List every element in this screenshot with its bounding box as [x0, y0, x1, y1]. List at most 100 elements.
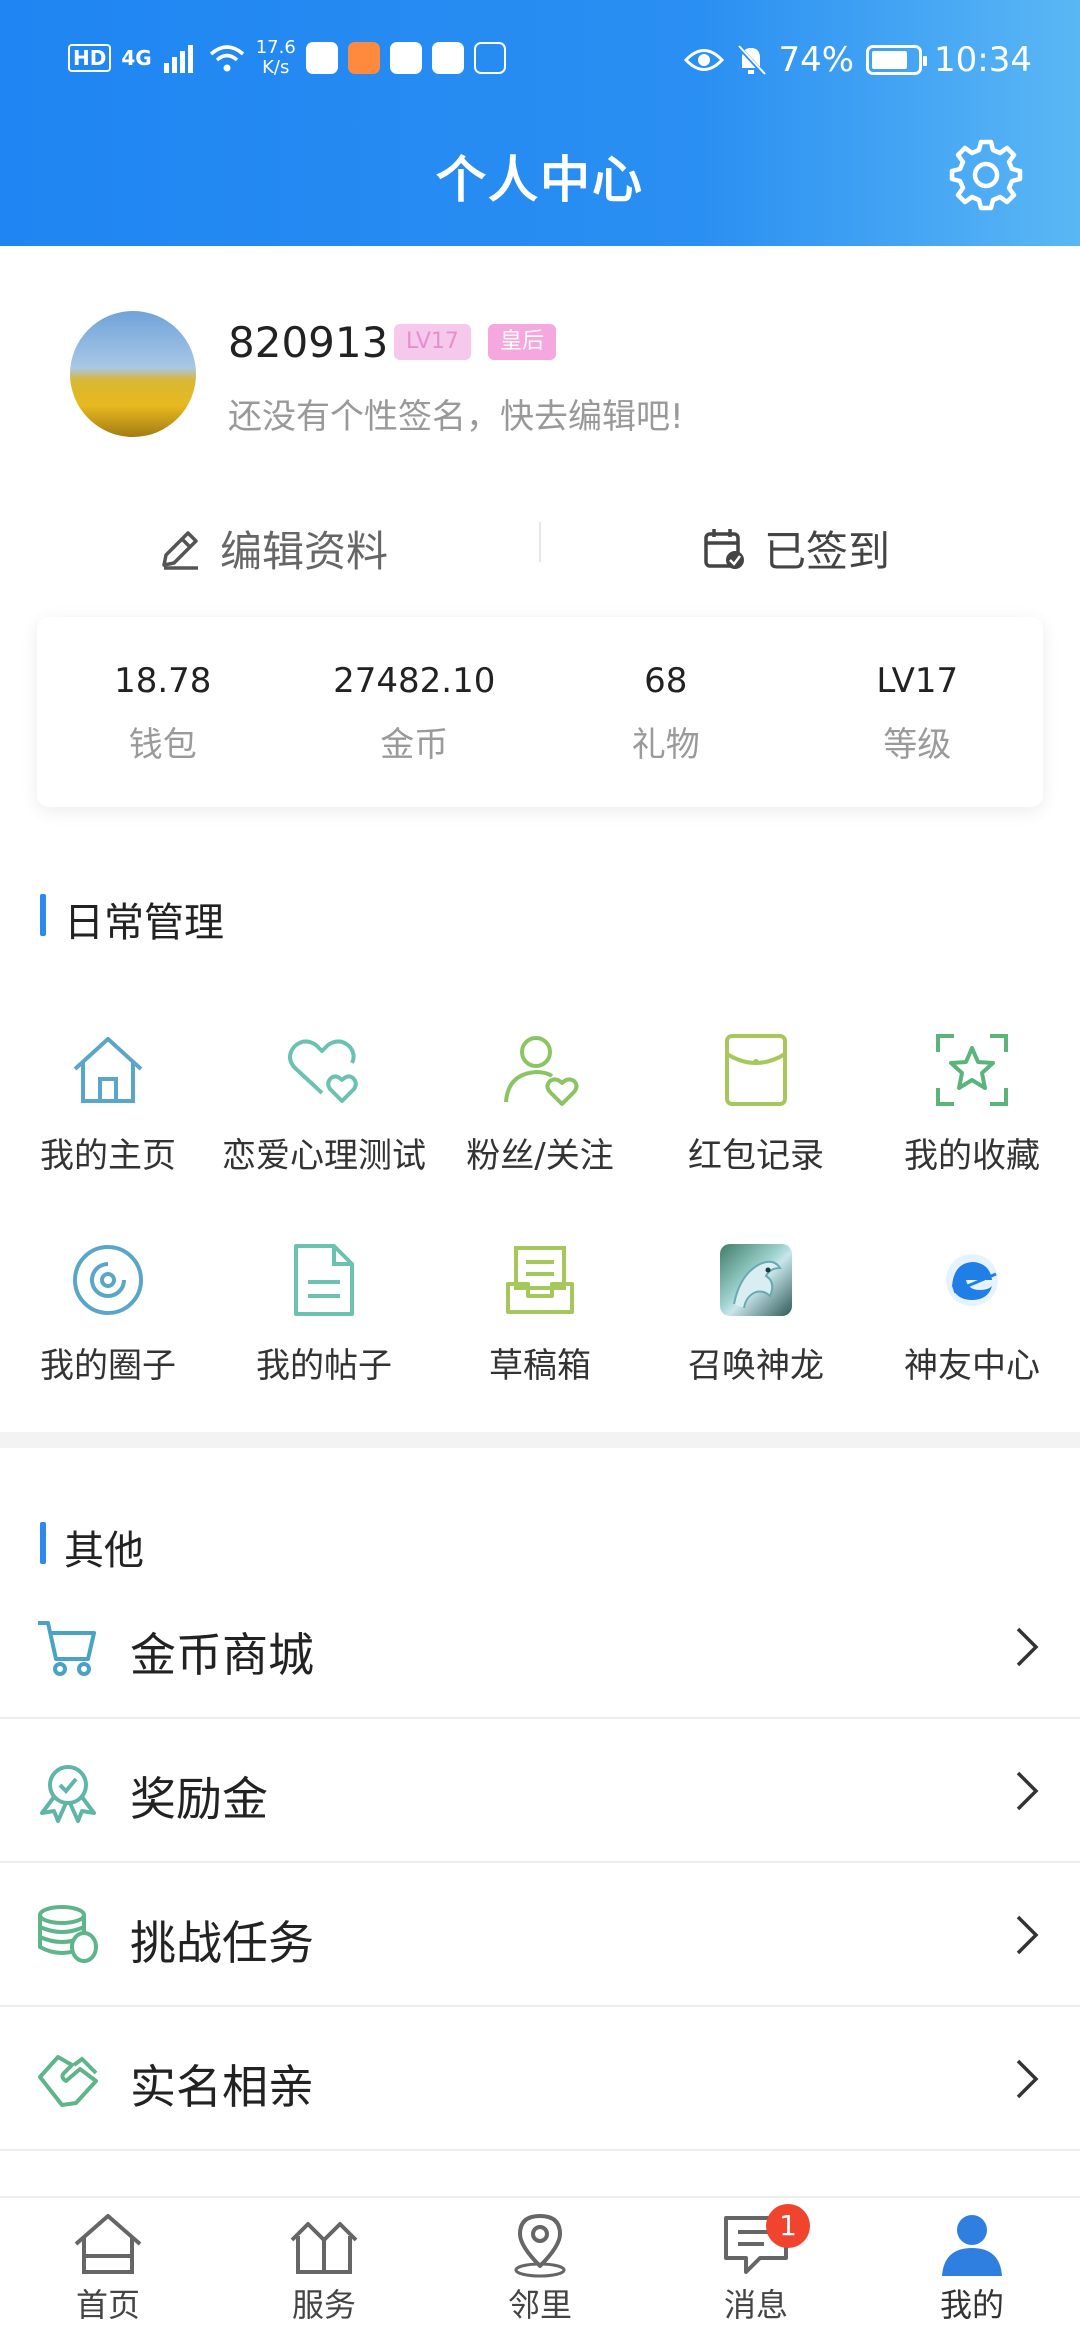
stat-label: 钱包 — [128, 725, 197, 765]
star-icon — [932, 1030, 1012, 1110]
list-item-challenge[interactable]: 挑战任务 — [0, 1863, 1080, 2007]
tab-me[interactable]: 我的 — [864, 2198, 1080, 2340]
chevron-right-icon — [1016, 2059, 1039, 2099]
wifi-icon — [209, 45, 244, 72]
grid-item-summon-dragon[interactable]: 召唤神龙 — [648, 1240, 864, 1387]
grid-item-drafts[interactable]: 草稿箱 — [432, 1240, 648, 1387]
tab-service[interactable]: 服务 — [216, 2198, 432, 2340]
battery-percent: 74% — [778, 40, 855, 80]
profile-icon — [942, 2215, 1002, 2276]
eye-icon — [684, 49, 725, 71]
stat-value: 18.78 — [114, 661, 212, 701]
chevron-right-icon — [1016, 1771, 1039, 1811]
tab-home[interactable]: 首页 — [0, 2198, 216, 2340]
list-label: 实名相亲 — [130, 2060, 314, 2114]
list-label: 金币商城 — [130, 1628, 314, 1682]
cart-icon — [38, 1621, 96, 1676]
grid-label: 召唤神龙 — [688, 1346, 824, 1386]
stat-gifts[interactable]: 68 礼物 — [540, 617, 792, 807]
tab-label: 消息 — [723, 2286, 788, 2324]
action-divider — [539, 522, 541, 562]
home-icon — [74, 2214, 142, 2274]
tab-messages[interactable]: 消息 1 — [648, 2198, 864, 2340]
stat-label: 等级 — [883, 725, 952, 765]
grid-label: 神友中心 — [904, 1346, 1040, 1386]
stat-level[interactable]: LV17 等级 — [792, 617, 1044, 807]
red-envelope-icon — [716, 1030, 796, 1110]
hearts-icon — [284, 1030, 364, 1110]
chevron-right-icon — [1016, 1915, 1039, 1955]
friend-center-icon — [932, 1240, 1012, 1320]
grid-label: 我的主页 — [40, 1136, 176, 1176]
grid-item-my-circle[interactable]: 我的圈子 — [0, 1240, 216, 1387]
section-title-other: 其他 — [40, 1518, 144, 1576]
calendar-check-icon — [704, 528, 744, 569]
username: 820913 — [228, 318, 389, 367]
net-speed: 17.6 K/s — [256, 38, 296, 78]
health-app-icon — [347, 42, 380, 74]
hd-badge: HD — [68, 44, 112, 72]
grid-item-love-test[interactable]: 恋爱心理测试 — [216, 1030, 432, 1177]
grid-label: 红包记录 — [688, 1136, 824, 1176]
status-bar: HD 4G 17.6 K/s 74% 10:34 — [0, 0, 1080, 120]
level-tag: LV17 — [394, 324, 471, 360]
settings-gear-icon[interactable] — [948, 136, 1024, 212]
mute-bell-icon — [736, 44, 767, 76]
grid-label: 粉丝/关注 — [466, 1136, 614, 1176]
chevron-right-icon — [1016, 1627, 1039, 1667]
stat-value: 68 — [644, 661, 688, 701]
grid-label: 我的收藏 — [904, 1136, 1040, 1176]
avatar[interactable] — [70, 311, 196, 437]
grid-item-favorites[interactable]: 我的收藏 — [864, 1030, 1080, 1177]
edit-profile-button[interactable]: 编辑资料 — [158, 518, 388, 579]
tab-neighborhood[interactable]: 邻里 — [432, 2198, 648, 2340]
home-icon — [68, 1030, 148, 1110]
tab-label: 我的 — [939, 2286, 1004, 2324]
list-label: 挑战任务 — [130, 1916, 314, 1970]
grid-label: 我的帖子 — [256, 1346, 392, 1386]
message-badge: 1 — [766, 2204, 810, 2248]
section-title-daily: 日常管理 — [40, 890, 224, 948]
tab-bar: 首页 服务 邻里 消息 1 我的 — [0, 2196, 1080, 2340]
stat-value: 27482.10 — [333, 661, 496, 701]
signed-in-button[interactable]: 已签到 — [702, 518, 890, 579]
list-item-coin-mall[interactable]: 金币商城 — [0, 1575, 1080, 1719]
list-item-reward[interactable]: 奖励金 — [0, 1719, 1080, 1863]
network-label: 4G — [121, 46, 152, 70]
grid-label: 恋爱心理测试 — [222, 1136, 426, 1176]
edit-profile-label: 编辑资料 — [220, 527, 389, 576]
stat-wallet[interactable]: 18.78 钱包 — [37, 617, 289, 807]
reward-icon — [40, 1765, 96, 1823]
stat-label: 金币 — [380, 725, 449, 765]
signal-icon — [163, 45, 193, 73]
grid-item-red-envelope[interactable]: 红包记录 — [648, 1030, 864, 1177]
tab-label: 首页 — [75, 2286, 140, 2324]
browser-app-icon — [431, 42, 464, 74]
net-speed-value: 17.6 — [255, 37, 296, 58]
signature[interactable]: 还没有个性签名，快去编辑吧! — [228, 389, 684, 438]
grid-item-my-home[interactable]: 我的主页 — [0, 1030, 216, 1177]
stat-label: 礼物 — [631, 725, 700, 765]
stat-coins[interactable]: 27482.10 金币 — [289, 617, 541, 807]
circle-icon — [68, 1240, 148, 1320]
handshake-icon — [38, 2055, 98, 2107]
coins-icon — [38, 1905, 98, 1963]
document-icon — [284, 1240, 364, 1320]
stat-value: LV17 — [876, 661, 959, 701]
grid-item-friend-center[interactable]: 神友中心 — [864, 1240, 1080, 1387]
list-label: 奖励金 — [130, 1772, 268, 1826]
profile-section: 820913 LV17 皇后 还没有个性签名，快去编辑吧! 编辑资料 已签到 — [0, 246, 1080, 606]
tab-label: 服务 — [291, 2286, 356, 2324]
grid-label: 我的圈子 — [40, 1346, 176, 1386]
news-app-icon — [389, 42, 422, 74]
grid-item-my-posts[interactable]: 我的帖子 — [216, 1240, 432, 1387]
service-icon — [290, 2222, 358, 2274]
section-separator — [0, 1432, 1080, 1448]
draft-box-icon — [500, 1240, 580, 1320]
pencil-icon — [162, 530, 198, 570]
grid-item-fans-follow[interactable]: 粉丝/关注 — [432, 1030, 648, 1177]
header: HD 4G 17.6 K/s 74% 10:34 个人中心 — [0, 0, 1080, 246]
stats-card: 18.78 钱包 27482.10 金币 68 礼物 LV17 等级 — [37, 617, 1043, 807]
page-title: 个人中心 — [436, 151, 644, 209]
list-item-dating[interactable]: 实名相亲 — [0, 2007, 1080, 2151]
